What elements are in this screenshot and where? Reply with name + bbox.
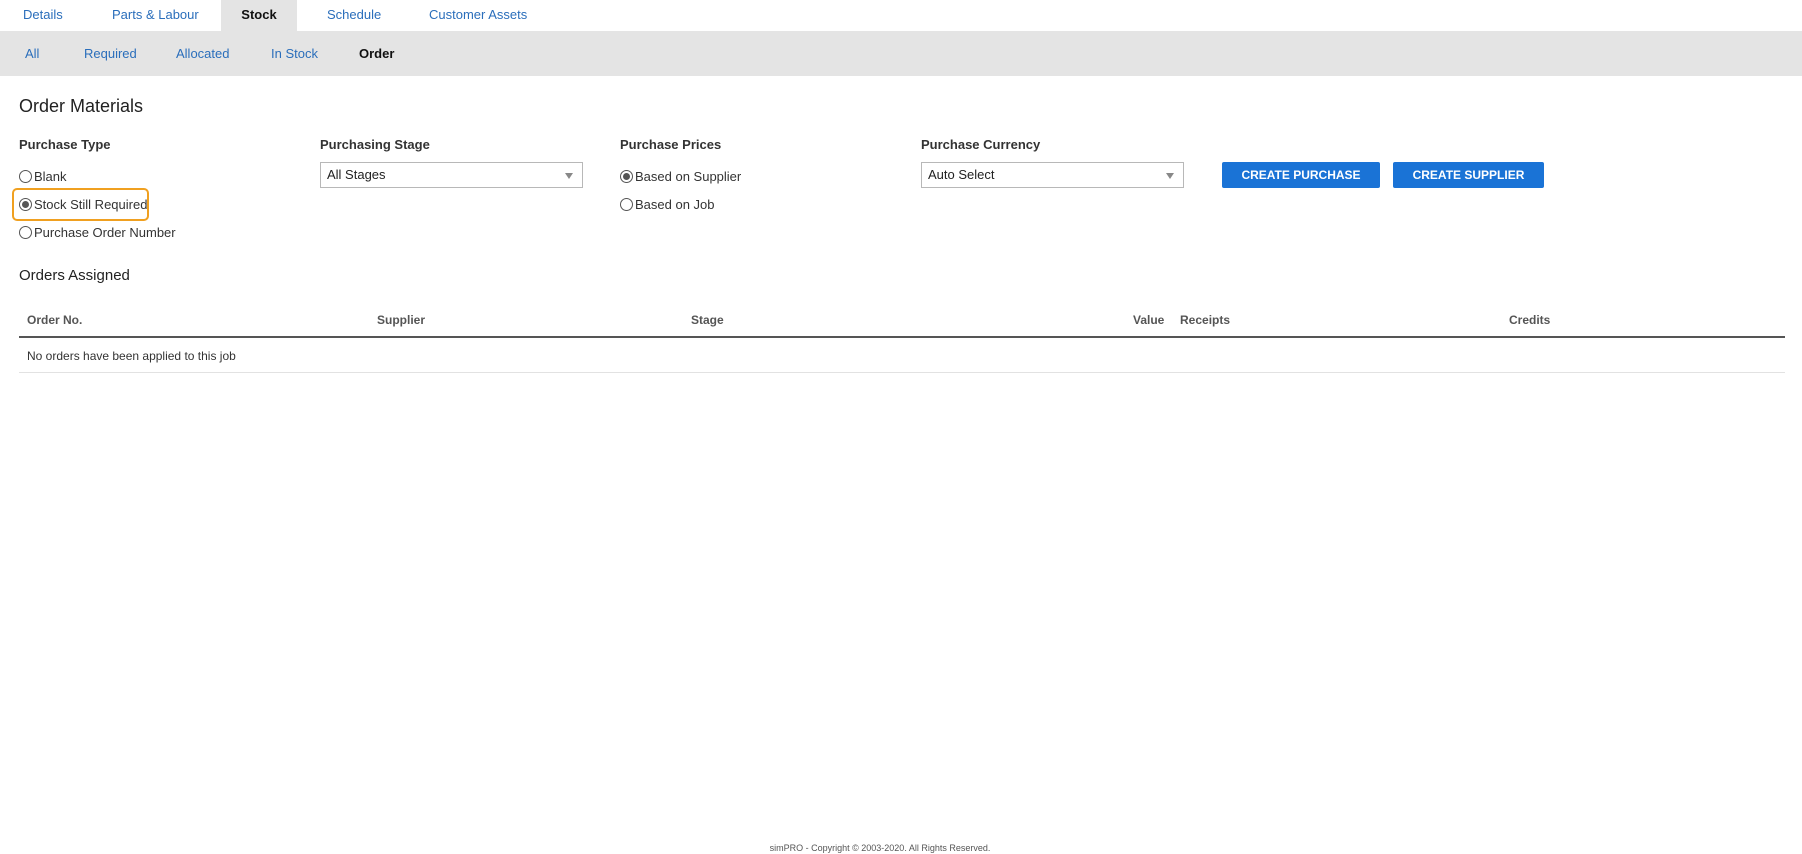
purchasing-stage-value: All Stages [327, 167, 386, 182]
subtab-order[interactable]: Order [359, 31, 394, 76]
column-value[interactable]: Value [1133, 306, 1164, 336]
create-purchase-order-button[interactable]: CREATE PURCHASE ORDER [1222, 162, 1380, 208]
chevron-down-icon [1166, 173, 1174, 179]
radio-purchase-order-number[interactable] [19, 225, 32, 239]
table-row: No orders have been applied to this job [19, 339, 1785, 373]
column-order-no[interactable]: Order No. [27, 306, 82, 336]
radio-purchase-order-number-label: Purchase Order Number [34, 224, 176, 240]
purchase-prices-supplier[interactable]: Based on Supplier [620, 167, 741, 185]
chevron-down-icon [565, 173, 573, 179]
subtab-all[interactable]: All [25, 31, 39, 76]
purchase-prices-label: Purchase Prices [620, 137, 722, 152]
column-credits[interactable]: Credits [1509, 306, 1550, 336]
purchase-type-blank[interactable]: Blank [19, 167, 67, 185]
tab-parts-labour[interactable]: Parts & Labour [112, 0, 199, 31]
footer-copyright: simPRO - Copyright © 2003-2020. All Righ… [769, 843, 991, 853]
purchase-prices-job[interactable]: Based on Job [620, 195, 715, 213]
orders-table-header: Order No. Supplier Stage Value Receipts … [19, 306, 1785, 338]
subtab-allocated[interactable]: Allocated [176, 31, 229, 76]
tab-customer-assets[interactable]: Customer Assets [429, 0, 527, 31]
radio-based-on-job[interactable] [620, 197, 633, 211]
tab-schedule[interactable]: Schedule [327, 0, 381, 31]
purchase-currency-select[interactable]: Auto Select [921, 162, 1184, 188]
column-supplier[interactable]: Supplier [377, 306, 425, 336]
radio-stock-still-required-label: Stock Still Required [34, 196, 148, 212]
radio-based-on-supplier-label: Based on Supplier [635, 168, 742, 184]
radio-stock-still-required[interactable] [19, 197, 32, 211]
purchasing-stage-label: Purchasing Stage [320, 137, 430, 152]
radio-based-on-supplier[interactable] [620, 169, 633, 183]
purchase-type-label: Purchase Type [19, 137, 111, 152]
column-receipts[interactable]: Receipts [1180, 306, 1230, 336]
subtab-required[interactable]: Required [84, 31, 137, 76]
purchase-currency-value: Auto Select [928, 167, 995, 182]
tab-details[interactable]: Details [23, 0, 63, 31]
tab-stock[interactable]: Stock [221, 0, 297, 31]
purchase-type-stock-still-required[interactable]: Stock Still Required [19, 195, 147, 213]
column-stage[interactable]: Stage [691, 306, 724, 336]
purchase-currency-label: Purchase Currency [921, 137, 1041, 152]
radio-blank-label: Blank [34, 168, 67, 184]
sub-tab-bar: All Required Allocated In Stock Order [0, 31, 1802, 76]
order-materials-title: Order Materials [19, 96, 144, 116]
radio-based-on-job-label: Based on Job [635, 196, 715, 212]
create-supplier-quote-button[interactable]: CREATE SUPPLIER QUOTE [1393, 162, 1544, 208]
radio-blank[interactable] [19, 169, 32, 183]
top-tab-bar: Details Parts & Labour Stock Schedule Cu… [0, 0, 1802, 31]
orders-assigned-title: Orders Assigned [19, 267, 130, 284]
purchasing-stage-select[interactable]: All Stages [320, 162, 583, 188]
purchase-type-po-number[interactable]: Purchase Order Number [19, 223, 176, 241]
subtab-in-stock[interactable]: In Stock [271, 31, 318, 76]
empty-orders-message: No orders have been applied to this job [27, 349, 236, 363]
